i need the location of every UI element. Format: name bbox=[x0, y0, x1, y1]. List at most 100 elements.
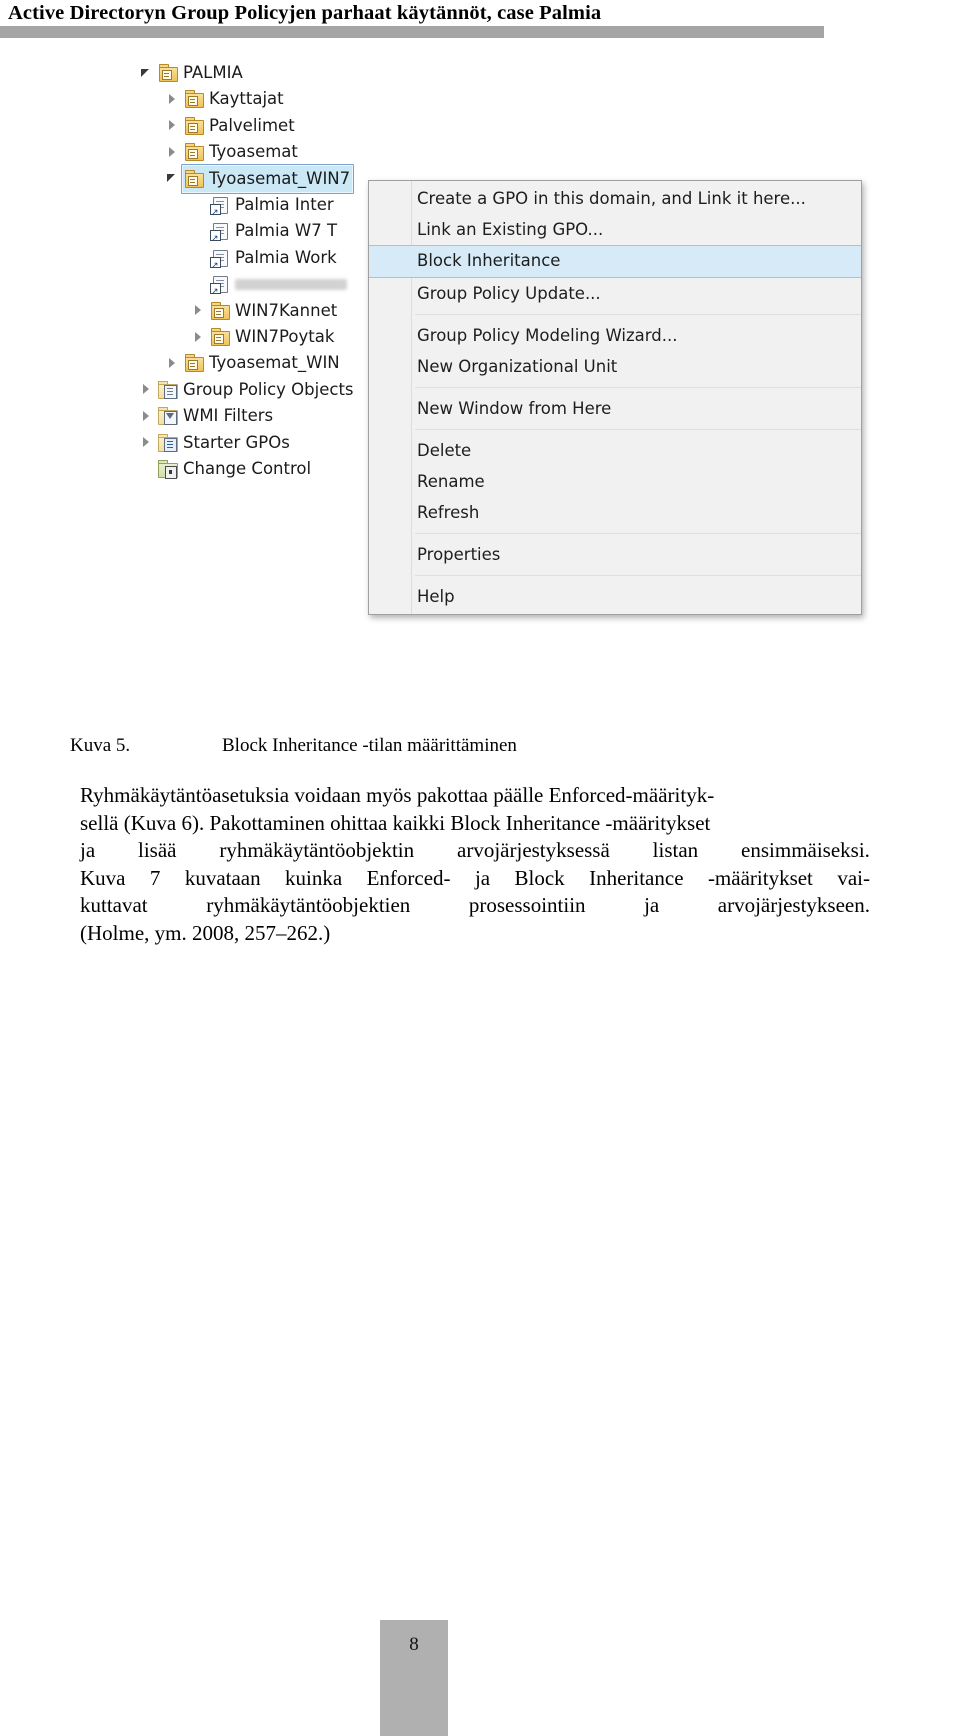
menu-item-link-an-existing-gpo[interactable]: Link an Existing GPO... bbox=[369, 214, 861, 245]
header-divider-bar bbox=[0, 26, 824, 38]
menu-item-label: Rename bbox=[417, 472, 485, 491]
menu-item-label: Properties bbox=[417, 545, 501, 564]
tree-item-tyoasemat[interactable]: Tyoasemat bbox=[164, 139, 302, 165]
tree-item-palmia-w7-t[interactable]: Palmia W7 T bbox=[190, 216, 341, 252]
chevron-down-icon[interactable] bbox=[138, 65, 155, 82]
gpmc-context-menu[interactable]: Create a GPO in this domain, and Link it… bbox=[368, 180, 862, 615]
chevron-right-icon[interactable] bbox=[164, 91, 181, 108]
tree-item-starter-gpos[interactable]: Starter GPOs bbox=[138, 430, 294, 456]
ou-folder-icon bbox=[184, 143, 204, 162]
menu-item-delete[interactable]: Delete bbox=[369, 435, 861, 466]
paragraph-line: Ryhmäkäytäntöasetuksia voidaan myös pako… bbox=[80, 783, 715, 807]
tree-item-tyoasemat-win7[interactable]: Tyoasemat_WIN7 bbox=[164, 163, 355, 194]
menu-item-label: Block Inheritance bbox=[417, 251, 561, 270]
chevron-right-icon[interactable] bbox=[138, 408, 155, 425]
menu-item-label: New Window from Here bbox=[417, 399, 612, 418]
tree-item-label: Tyoasemat_WIN bbox=[209, 353, 340, 373]
tree-item-change-control[interactable]: Change Control bbox=[138, 456, 315, 482]
paragraph-line: Kuva 7 kuvataan kuinka Enforced-ja Block Inher… bbox=[80, 865, 870, 893]
menu-item-label: Refresh bbox=[417, 503, 480, 522]
paragraph-word: ryhmäkäytäntöobjektien bbox=[206, 893, 411, 917]
menu-separator bbox=[415, 429, 861, 430]
tree-item-tyoasemat-win[interactable]: Tyoasemat_WIN bbox=[164, 350, 344, 376]
document-title: Active Directoryn Group Policyjen parhaa… bbox=[8, 2, 602, 24]
menu-item-block-inheritance[interactable]: Block Inheritance bbox=[369, 245, 861, 278]
tree-item-content[interactable]: WMI Filters bbox=[155, 401, 277, 431]
paragraph-line: sellä (Kuva 6). Pakottaminen ohittaa kai… bbox=[80, 810, 711, 835]
tree-item-content[interactable]: Tyoasemat_WIN bbox=[181, 348, 344, 378]
gpo-link-icon bbox=[210, 249, 229, 279]
ou-folder-icon bbox=[210, 328, 230, 346]
paragraph-word: vai- bbox=[837, 865, 870, 890]
ou-folder-icon bbox=[184, 116, 204, 135]
chevron-right-icon[interactable] bbox=[190, 302, 207, 319]
chevron-down-icon[interactable] bbox=[164, 170, 181, 187]
tree-item-content[interactable]: Palmia Work bbox=[207, 243, 341, 279]
figure-gpmc-screenshot: PALMIA Kayttajat Palvelimet Tyoasemat Tyoase… bbox=[0, 46, 960, 646]
menu-item-create-a-gpo-in-this-domain-and-link-it-here[interactable]: Create a GPO in this domain, and Link it… bbox=[369, 183, 861, 214]
gpmc-console-tree[interactable]: PALMIA Kayttajat Palvelimet Tyoasemat Tyoase… bbox=[0, 46, 420, 646]
chevron-right-icon[interactable] bbox=[164, 144, 181, 161]
paragraph-word: ensimmäiseksi. bbox=[741, 838, 870, 862]
figure-caption-text: Block Inheritance -tilan määrittäminen bbox=[222, 735, 517, 756]
tree-item-group-policy-objects[interactable]: Group Policy Objects bbox=[138, 377, 358, 403]
tree-item-content[interactable]: Change Control bbox=[155, 454, 315, 484]
ou-folder-icon bbox=[210, 301, 230, 320]
paragraph-word: kuttavat bbox=[80, 893, 148, 917]
paragraph-word: Kuva bbox=[80, 865, 126, 890]
paragraph-word: arvojärjestyksessä bbox=[457, 838, 610, 862]
chevron-right-icon[interactable] bbox=[138, 434, 155, 451]
tree-item-palmia-inter[interactable]: Palmia Inter bbox=[190, 192, 338, 226]
document-running-header: Active Directoryn Group Policyjen parhaa… bbox=[0, 0, 960, 46]
tree-item-label: WIN7Poytak bbox=[235, 327, 335, 346]
chevron-right-icon[interactable] bbox=[164, 117, 181, 134]
tree-item-content[interactable]: Palmia W7 T bbox=[207, 216, 341, 252]
chevron-right-icon[interactable] bbox=[164, 355, 181, 372]
paragraph-word: 7 bbox=[149, 865, 161, 890]
menu-item-label: Help bbox=[417, 587, 455, 606]
tree-item-wmi-filters[interactable]: WMI Filters bbox=[138, 403, 277, 429]
tree-item-label: Tyoasemat bbox=[209, 142, 298, 162]
tree-item-win7kannet[interactable]: WIN7Kannet bbox=[190, 298, 341, 324]
paragraph-line: ja lisää ryhmäkäytäntöobjektin arvojärjesty… bbox=[80, 837, 870, 865]
tree-item-content[interactable] bbox=[207, 273, 351, 305]
menu-item-new-organizational-unit[interactable]: New Organizational Unit bbox=[369, 351, 861, 382]
menu-item-group-policy-modeling-wizard[interactable]: Group Policy Modeling Wizard... bbox=[369, 320, 861, 351]
menu-item-properties[interactable]: Properties bbox=[369, 539, 861, 570]
tree-item-label: Palmia W7 T bbox=[235, 221, 338, 241]
menu-item-help[interactable]: Help bbox=[369, 581, 861, 612]
paragraph-word: kuvataan bbox=[184, 865, 261, 890]
tree-item-redacted[interactable] bbox=[190, 271, 351, 305]
tree-item-label: WMI Filters bbox=[183, 406, 274, 426]
tree-item-content[interactable]: Kayttajat bbox=[181, 84, 288, 114]
paragraph-word: ja bbox=[474, 865, 491, 890]
tree-item-palvelimet[interactable]: Palvelimet bbox=[164, 113, 299, 139]
tree-item-label: Tyoasemat_WIN7 bbox=[209, 168, 351, 188]
tree-item-label: Starter GPOs bbox=[183, 432, 290, 452]
menu-item-new-window-from-here[interactable]: New Window from Here bbox=[369, 393, 861, 424]
tree-item-kayttajat[interactable]: Kayttajat bbox=[164, 86, 288, 112]
menu-item-group-policy-update[interactable]: Group Policy Update... bbox=[369, 278, 861, 309]
figure-caption-number: Kuva 5. bbox=[70, 735, 131, 756]
wmi-filter-folder-icon bbox=[158, 407, 178, 426]
chevron-right-icon[interactable] bbox=[190, 329, 207, 346]
tree-item-palmia-work[interactable]: Palmia Work bbox=[190, 243, 341, 279]
tree-item-palmia[interactable]: PALMIA bbox=[138, 60, 247, 86]
menu-item-rename[interactable]: Rename bbox=[369, 466, 861, 497]
tree-item-label-redacted bbox=[235, 278, 347, 290]
tree-item-win7poytak[interactable]: WIN7Poytak bbox=[190, 324, 338, 350]
menu-separator bbox=[415, 387, 861, 388]
body-paragraph: Ryhmäkäytäntöasetuksia voidaan myös pako… bbox=[80, 782, 870, 947]
chevron-right-icon[interactable] bbox=[138, 381, 155, 398]
menu-item-refresh[interactable]: Refresh bbox=[369, 497, 861, 528]
paragraph-word: Inheritance bbox=[589, 865, 684, 890]
ou-folder-icon bbox=[158, 64, 178, 82]
paragraph-word: lisää bbox=[138, 838, 177, 862]
ou-folder-icon bbox=[184, 354, 204, 373]
page-footer-block: 8 bbox=[380, 1620, 448, 1736]
gpo-link-icon bbox=[210, 222, 229, 252]
paragraph-word: prosessointiin bbox=[468, 893, 586, 917]
tree-item-content[interactable]: Tyoasemat bbox=[181, 137, 302, 167]
